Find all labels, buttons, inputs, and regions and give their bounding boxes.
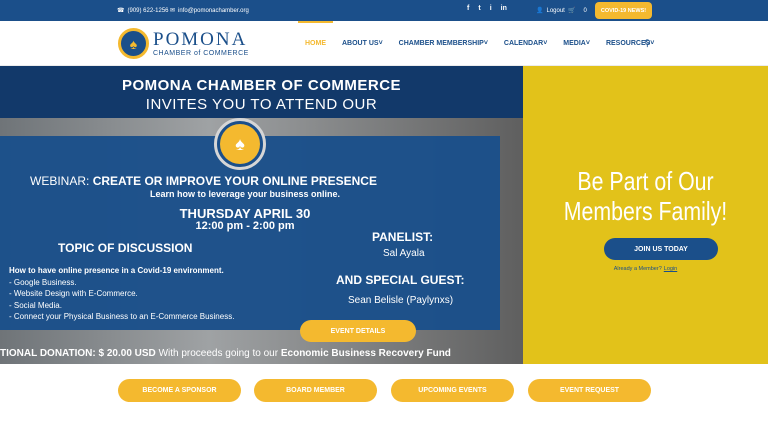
- guest-heading: AND SPECIAL GUEST:: [336, 273, 465, 287]
- donation-line: TIONAL DONATION: $ 20.00 USD With procee…: [0, 348, 451, 359]
- user-icon: 👤: [536, 8, 544, 14]
- panelist-heading: PANELIST:: [372, 230, 434, 244]
- hero-subtitle: INVITES YOU TO ATTEND OUR: [145, 96, 378, 113]
- webinar-tagline: Learn how to leverage your business onli…: [149, 189, 341, 199]
- cart-icon: 🛒: [568, 8, 576, 14]
- facebook-icon[interactable]: f: [467, 5, 469, 12]
- event-request-button[interactable]: EVENT REQUEST: [528, 379, 651, 402]
- webinar-heading: WEBINAR: CREATE OR IMPROVE YOUR ONLINE P…: [30, 174, 377, 188]
- main-navigation: ♠ POMONA CHAMBER of COMMERCE HOME ABOUT …: [0, 21, 768, 66]
- list-item: How to have online presence in a Covid-1…: [9, 266, 224, 275]
- membership-title: Be Part of Our Members Family!: [563, 166, 728, 226]
- list-item: - Social Media.: [9, 300, 62, 310]
- top-bar: ☎ (909) 622-1256 ✉ info@pomonachamber.or…: [0, 0, 768, 21]
- logo-emblem-icon: ♠: [118, 28, 149, 59]
- nav-media[interactable]: MEDIA˅: [563, 40, 590, 47]
- hero-title: POMONA CHAMBER OF COMMERCE: [121, 77, 402, 94]
- webinar-banner: POMONA CHAMBER OF COMMERCE INVITES YOU T…: [0, 66, 523, 364]
- guest-name: Sean Belisle (Paylynxs): [348, 295, 454, 306]
- member-login-prompt: Already a Member? Login: [613, 266, 678, 272]
- list-item: - Google Business.: [9, 277, 77, 287]
- social-links: f t i in: [467, 5, 507, 12]
- instagram-icon[interactable]: i: [490, 5, 492, 12]
- topic-heading: TOPIC OF DISCUSSION: [58, 241, 193, 255]
- site-logo[interactable]: ♠ POMONA CHAMBER of COMMERCE: [118, 28, 249, 59]
- cart-link[interactable]: 🛒 0: [568, 7, 587, 15]
- membership-promo: Be Part of Our Members Family! JOIN US T…: [523, 66, 768, 364]
- twitter-icon[interactable]: t: [478, 5, 480, 12]
- menu: HOME ABOUT US˅ CHAMBER MEMBERSHIP˅ CALEN…: [298, 21, 670, 47]
- nav-calendar[interactable]: CALENDAR˅: [504, 40, 547, 47]
- board-member-button[interactable]: BOARD MEMBER: [254, 379, 377, 402]
- topic-list: How to have online presence in a Covid-1…: [9, 265, 234, 323]
- search-icon[interactable]: ⚲: [644, 38, 651, 49]
- webinar-date: THURSDAY APRIL 30: [179, 206, 311, 221]
- logo-emblem-icon: ♠: [220, 124, 260, 164]
- email-address: info@pomonachamber.org: [178, 7, 249, 14]
- logo-title: POMONA: [153, 29, 248, 50]
- list-item: - Website Design with E-Commerce.: [9, 289, 138, 298]
- nav-home[interactable]: HOME: [298, 21, 333, 47]
- panelist-name: Sal Ayala: [383, 248, 425, 259]
- login-link[interactable]: Login: [664, 266, 677, 272]
- join-us-button[interactable]: JOIN US TODAY: [604, 238, 718, 260]
- event-details-button[interactable]: EVENT DETAILS: [300, 320, 416, 342]
- email-contact[interactable]: ✉ info@pomonachamber.org: [170, 7, 249, 15]
- cart-count: 0: [583, 7, 587, 14]
- email-icon: ✉: [170, 8, 176, 14]
- logout-label: Logout: [546, 7, 565, 14]
- list-item: - Connect your Physical Business to an E…: [9, 312, 235, 321]
- nav-chamber-membership[interactable]: CHAMBER MEMBERSHIP˅: [399, 40, 488, 47]
- chamber-badge: ♠: [214, 118, 266, 170]
- linkedin-icon[interactable]: in: [501, 5, 507, 12]
- nav-about-us[interactable]: ABOUT US˅: [342, 40, 383, 47]
- covid-news-button[interactable]: COVID-19 NEWS!: [595, 2, 652, 19]
- logout-link[interactable]: 👤 Logout: [536, 7, 565, 15]
- phone-icon: ☎: [117, 8, 125, 14]
- phone-number: (909) 622-1256: [127, 7, 169, 14]
- upcoming-events-button[interactable]: UPCOMING EVENTS: [391, 379, 514, 402]
- become-sponsor-button[interactable]: BECOME A SPONSOR: [118, 379, 241, 402]
- logo-subtitle: CHAMBER of COMMERCE: [153, 50, 249, 57]
- phone-contact[interactable]: ☎ (909) 622-1256: [117, 7, 169, 15]
